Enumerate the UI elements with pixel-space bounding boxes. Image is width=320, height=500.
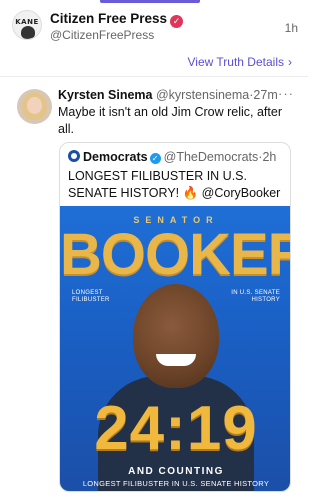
citizen-free-press-avatar[interactable]: KANE (12, 10, 42, 40)
poster-and-counting: AND COUNTING (128, 466, 224, 477)
quoted-post-text: LONGEST FILIBUSTER IN U.S. SENATE HISTOR… (68, 169, 281, 200)
view-truth-details-link[interactable]: View Truth Details › (188, 55, 293, 69)
quoted-post-card[interactable]: Democrats ✓ @TheDemocrats·2h LONGEST FILIB… (59, 142, 291, 492)
avatar-figure (21, 26, 35, 39)
poster-person-smile (156, 354, 196, 366)
poster-subtitle-left: LONGEST FILIBUSTER (72, 290, 110, 304)
poster-subtitle-right-1: IN U.S. SENATE (231, 290, 280, 296)
view-details-label: View Truth Details (187, 55, 285, 69)
reposter-header[interactable]: KANE Citizen Free Press ✓ @CitizenFreePre… (12, 10, 298, 44)
quoted-timestamp: ·2h (258, 150, 277, 164)
more-options-icon[interactable]: ··· (278, 86, 294, 101)
sinema-avatar[interactable] (17, 89, 52, 124)
poster-person-head (133, 284, 219, 388)
quoted-author-handle[interactable]: @TheDemocrats (164, 150, 259, 164)
avatar-face (27, 97, 42, 114)
post-author-name[interactable]: Kyrsten Sinema (58, 88, 152, 102)
active-tab-indicator (100, 0, 200, 3)
quoted-post-header: Democrats ✓ @TheDemocrats·2h (68, 150, 284, 164)
poster-subtitle-right-2: HISTORY (251, 297, 280, 303)
reposter-name[interactable]: Citizen Free Press (50, 11, 167, 26)
poster-subtitle-left-2: FILIBUSTER (72, 297, 110, 303)
post-text: Maybe it isn't an old Jim Crow relic, af… (58, 105, 282, 136)
reposter-handle[interactable]: @CitizenFreePress (50, 28, 154, 42)
poster-subtitle-left-1: LONGEST (72, 290, 103, 296)
post-timestamp: ·27m (249, 88, 278, 102)
democrats-logo-icon (68, 150, 80, 162)
poster-subtitle-right: IN U.S. SENATE HISTORY (231, 290, 280, 304)
avatar-logo-text: KANE (15, 18, 39, 26)
reposter-timestamp: 1h (284, 21, 298, 35)
verified-badge-icon: ✓ (170, 15, 184, 28)
post-author-handle[interactable]: @kyrstensinema (156, 88, 249, 102)
post-header: Kyrsten Sinema @kyrstensinema·27m ··· (58, 86, 298, 102)
quoted-post-image[interactable]: SENATOR BOOKER LONGEST FILIBUSTER IN U.S… (60, 206, 291, 491)
poster-time-score: 24:19 (94, 394, 258, 463)
reposter-name-row[interactable]: Citizen Free Press ✓ (50, 11, 184, 28)
divider (0, 76, 308, 77)
quoted-author-name[interactable]: Democrats (83, 150, 148, 164)
verified-badge-icon: ✓ (149, 153, 161, 164)
poster-tagline: LONGEST FILIBUSTER IN U.S. SENATE HISTOR… (82, 479, 270, 488)
poster-booker-title: BOOKER (60, 222, 291, 287)
chevron-right-icon: › (288, 55, 292, 69)
